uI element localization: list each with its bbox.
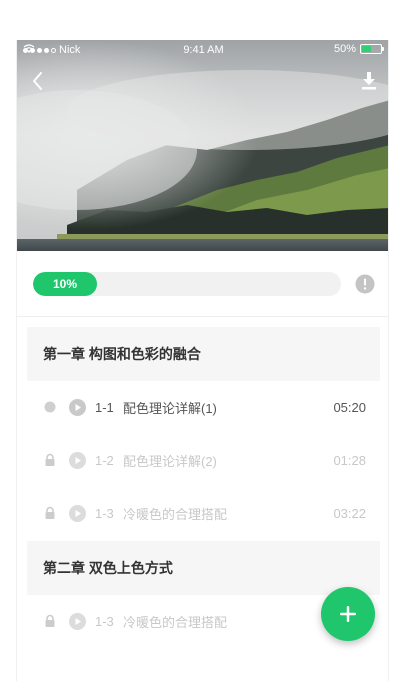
course-cover-image: Nick 9:41 AM 50% [17, 40, 388, 251]
chapter-title: 第一章 构图和色彩的融合 [43, 346, 201, 362]
lesson-item[interactable]: 1-1 配色理论详解(1) 05:20 [27, 381, 380, 434]
lesson-number: 1-1 [95, 400, 114, 415]
progress-bar: 10% [33, 272, 341, 296]
battery-icon [360, 44, 384, 54]
add-button[interactable] [321, 587, 375, 641]
exclamation-circle-icon [355, 274, 375, 294]
lesson-duration: 03:22 [333, 506, 366, 521]
lesson-title: 冷暖色的合理搭配 [123, 615, 228, 630]
info-button[interactable] [355, 274, 375, 294]
progress-row: 10% [17, 251, 388, 317]
lesson-item[interactable]: 1-2 配色理论详解(2) 01:28 [27, 434, 380, 487]
play-icon [69, 613, 86, 630]
lesson-title: 冷暖色的合理搭配 [123, 507, 228, 522]
lesson-title: 配色理论详解(1) [123, 401, 217, 416]
lock-icon [45, 614, 55, 627]
chapter-header[interactable]: 第一章 构图和色彩的融合 [27, 327, 380, 381]
chevron-left-icon [33, 72, 42, 90]
play-icon [69, 452, 86, 469]
play-icon [69, 399, 86, 416]
plus-icon [340, 606, 356, 622]
chapter-header[interactable]: 第二章 双色上色方式 [27, 541, 380, 595]
lesson-duration: 01:28 [333, 453, 366, 468]
play-icon [69, 505, 86, 522]
lock-icon [45, 506, 55, 519]
lesson-number: 1-3 [95, 506, 114, 521]
lesson-duration: 05:20 [333, 400, 366, 415]
app-screen: Nick 9:41 AM 50% 10% 第一章 构图和色彩的融合 1-1 配色… [16, 40, 389, 681]
battery-percent: 50% [333, 43, 356, 55]
landscape-illustration [17, 40, 388, 251]
lesson-item[interactable]: 1-3 冷暖色的合理搭配 03:22 [27, 487, 380, 540]
download-button[interactable] [358, 70, 380, 92]
progress-dot-icon [44, 401, 56, 413]
back-button[interactable] [27, 70, 49, 92]
status-bar: Nick 9:41 AM 50% [17, 40, 388, 60]
battery-indicator: 50% [333, 43, 384, 55]
download-icon [362, 72, 376, 90]
lock-icon [45, 453, 55, 466]
lesson-title: 配色理论详解(2) [123, 454, 217, 469]
lesson-number: 1-2 [95, 453, 114, 468]
chapter-title: 第二章 双色上色方式 [43, 560, 173, 576]
lesson-number: 1-3 [95, 614, 114, 629]
progress-fill: 10% [33, 272, 97, 296]
